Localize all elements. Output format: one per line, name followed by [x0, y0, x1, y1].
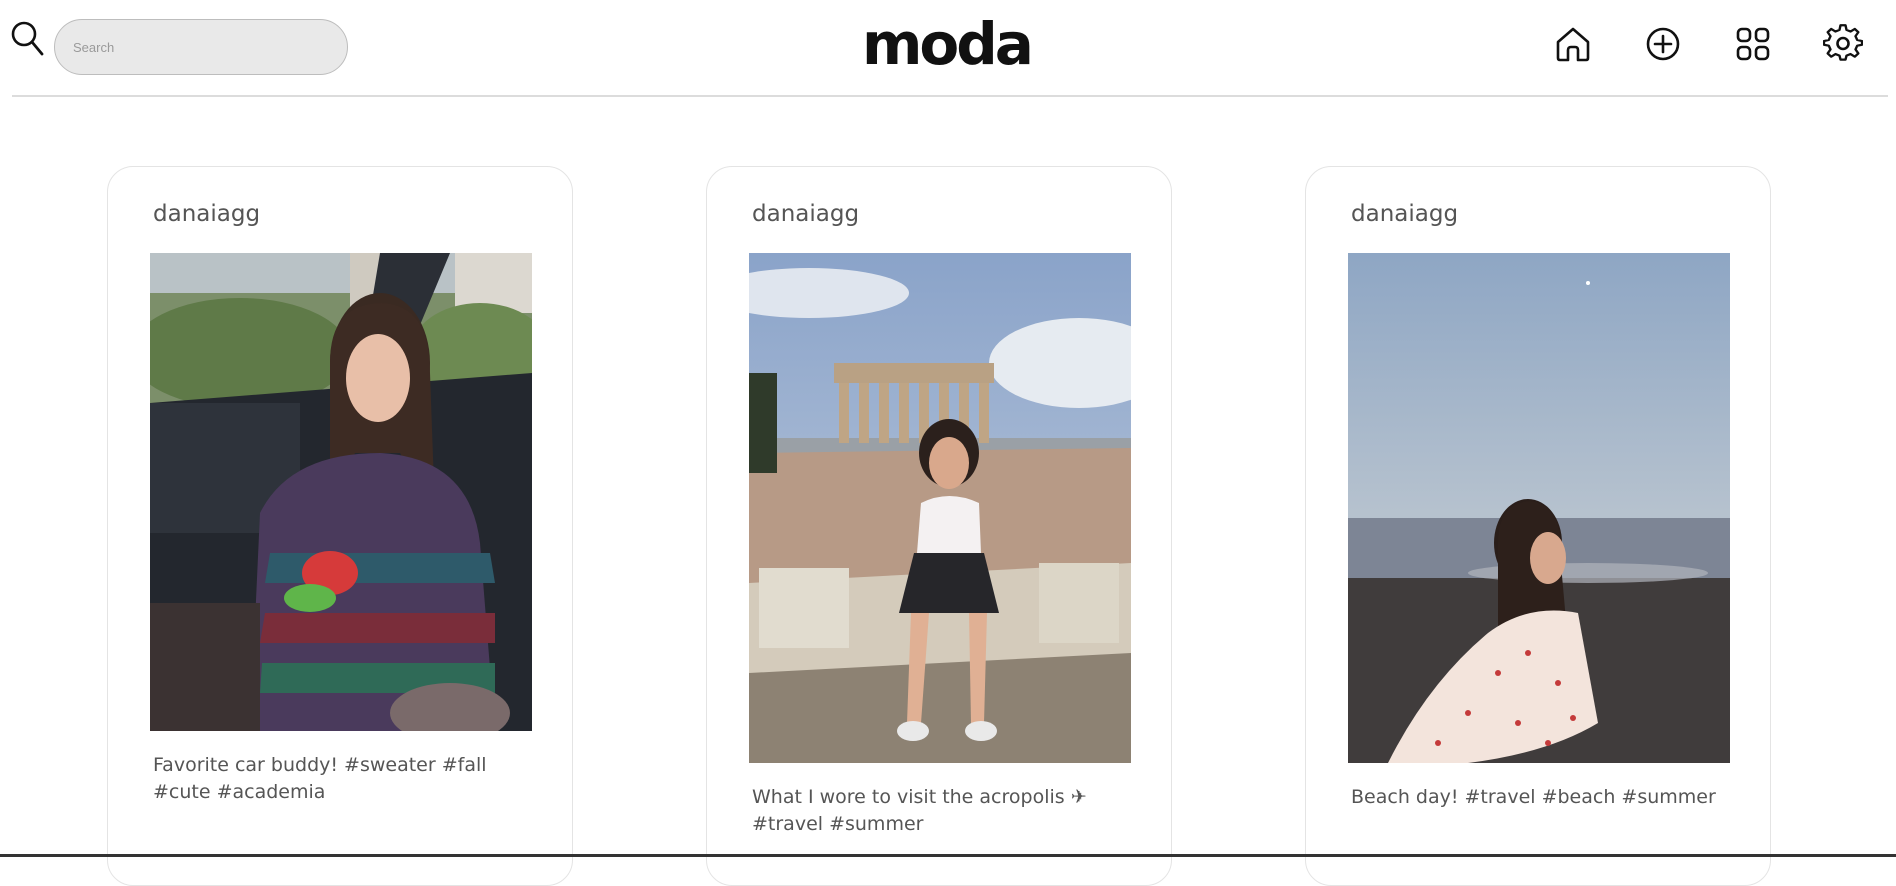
post-caption: Beach day! #travel #beach #summer: [1351, 786, 1716, 808]
grid-icon[interactable]: [1733, 24, 1773, 64]
post-username[interactable]: danaiagg: [752, 201, 859, 227]
search-input[interactable]: [54, 19, 348, 75]
add-circle-icon[interactable]: [1643, 24, 1683, 64]
search-icon[interactable]: [10, 20, 44, 58]
post-username[interactable]: danaiagg: [1351, 201, 1458, 227]
post-caption: What I wore to visit the acropolis ✈ #tr…: [752, 786, 1087, 835]
post-photo[interactable]: [749, 253, 1131, 763]
post-card[interactable]: danaiagg Beach day! #travel #beach #summ…: [1305, 166, 1771, 886]
post-card[interactable]: danaiagg What I wore to visit the acropo…: [706, 166, 1172, 886]
brand-logo[interactable]: moda: [862, 4, 1034, 84]
post-photo[interactable]: [150, 253, 532, 731]
post-card[interactable]: danaiagg Favorite car buddy! #sweater #f…: [107, 166, 573, 886]
post-caption: Favorite car buddy! #sweater #fall #cute…: [153, 754, 487, 803]
header-divider: [12, 95, 1888, 97]
post-photo[interactable]: [1348, 253, 1730, 763]
gear-icon[interactable]: [1823, 24, 1863, 64]
top-navigation-bar: moda: [0, 0, 1896, 98]
post-username[interactable]: danaiagg: [153, 201, 260, 227]
home-icon[interactable]: [1553, 24, 1593, 64]
